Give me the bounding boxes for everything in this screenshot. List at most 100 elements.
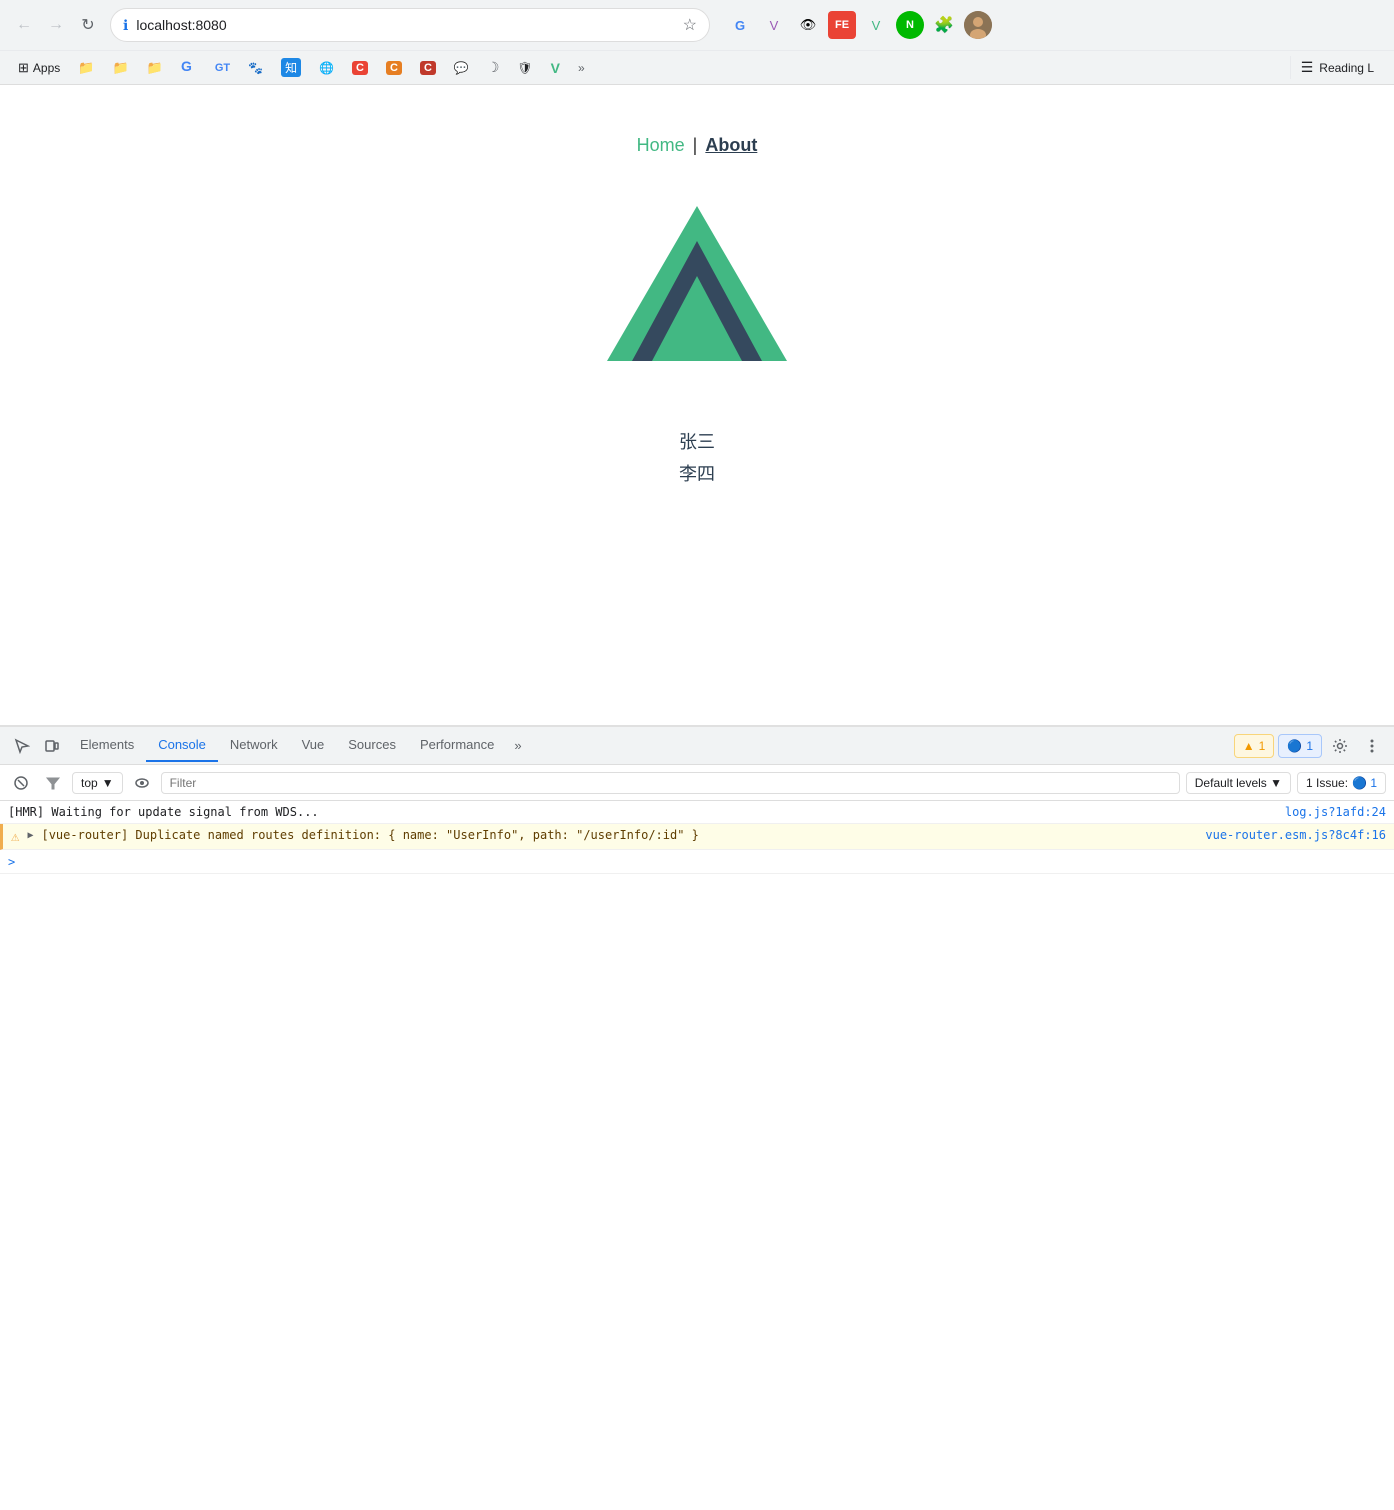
eye-button[interactable] [129, 770, 155, 796]
more-tabs-button[interactable]: » [506, 730, 529, 761]
vue-logo [597, 196, 797, 396]
devtools-tabs: Elements Console Network Vue Sources Per… [68, 729, 530, 762]
folder2-icon: 📁 [112, 60, 128, 76]
extension-fe-icon[interactable]: FE [828, 11, 856, 39]
extensions-icon[interactable]: 🧩 [930, 11, 958, 39]
extension-n-icon[interactable]: N [896, 11, 924, 39]
filter-input[interactable] [161, 772, 1180, 794]
apps-label: Apps [33, 61, 60, 75]
settings-button[interactable] [1326, 732, 1354, 760]
inspect-element-button[interactable] [8, 732, 36, 760]
bookmark-vue[interactable]: V [543, 57, 568, 79]
home-link[interactable]: Home [637, 135, 685, 156]
globe-icon: 🌐 [319, 61, 334, 75]
tab-performance[interactable]: Performance [408, 729, 506, 762]
google-g-icon: G [181, 58, 197, 77]
bookmark-chat[interactable]: 💬 [446, 58, 477, 78]
bookmark-c1[interactable]: C [344, 58, 376, 78]
paw-icon: 🐾 [248, 61, 263, 75]
issue-count: 🔵 1 [1352, 776, 1377, 790]
more-bookmarks-button[interactable]: » [572, 58, 591, 78]
back-button[interactable]: ← [10, 11, 38, 39]
default-levels-label: Default levels ▼ [1195, 776, 1282, 790]
bookmarks-bar: ⊞ Apps 📁 📁 📁 G GT 🐾 知 🌐 [0, 50, 1394, 84]
device-toggle-button[interactable] [38, 732, 66, 760]
reading-list-button[interactable]: ☰ Reading L [1290, 56, 1384, 79]
prompt-icon: > [8, 855, 15, 869]
address-bar[interactable]: ℹ localhost:8080 ☆ [110, 8, 710, 42]
browser-chrome: ← → ↻ ℹ localhost:8080 ☆ G V 👁 FE V N 🧩 [0, 0, 1394, 85]
extension-v-icon[interactable]: V [760, 11, 788, 39]
bookmark-folder2[interactable]: 📁 [104, 57, 136, 79]
bookmark-folder3[interactable]: 📁 [139, 57, 171, 79]
title-bar: ← → ↻ ℹ localhost:8080 ☆ G V 👁 FE V N 🧩 [0, 0, 1394, 50]
bookmark-crescent[interactable]: ☽ [479, 56, 508, 79]
context-dropdown-icon: ▼ [102, 776, 114, 790]
warning-count: 1 [1259, 739, 1266, 753]
translate-icon: GT [215, 62, 230, 74]
info-badge[interactable]: 🔵 1 [1278, 734, 1322, 758]
more-options-button[interactable] [1358, 732, 1386, 760]
context-selector[interactable]: top ▼ [72, 772, 123, 794]
expand-icon[interactable]: ▶ [27, 830, 33, 841]
nav-separator: | [693, 135, 698, 156]
zh-icon: 知 [281, 58, 301, 77]
vue-router-message: [vue-router] Duplicate named routes defi… [41, 828, 1197, 842]
user-names: 张三 李四 [679, 426, 715, 491]
bookmark-apps[interactable]: ⊞ Apps [10, 57, 68, 79]
bookmark-star-icon[interactable]: ☆ [683, 15, 697, 35]
issue-label: 1 Issue: [1306, 776, 1348, 790]
user-name-2: 李四 [679, 458, 715, 490]
bookmark-translate[interactable]: GT [207, 59, 238, 77]
tab-network[interactable]: Network [218, 729, 290, 762]
clear-console-button[interactable] [8, 770, 34, 796]
nav-buttons: ← → ↻ [10, 11, 102, 39]
top-label: top [81, 776, 98, 790]
vue-bookmark-icon: V [551, 60, 560, 76]
profile-avatar[interactable] [964, 11, 992, 39]
warning-triangle-icon: ⚠ [11, 829, 19, 845]
warnings-badge[interactable]: ▲ 1 [1234, 734, 1275, 758]
bookmark-paw[interactable]: 🐾 [240, 58, 271, 78]
bookmark-shield[interactable]: 🛡 [509, 58, 540, 78]
svg-text:G: G [181, 58, 192, 74]
tab-console[interactable]: Console [146, 729, 218, 762]
folder3-icon: 📁 [147, 60, 163, 76]
hmr-source-link[interactable]: log.js?1afd:24 [1285, 805, 1386, 819]
bookmark-c2[interactable]: C [378, 58, 410, 78]
security-icon: ℹ [123, 17, 128, 34]
extension-g-icon[interactable]: G [726, 11, 754, 39]
refresh-button[interactable]: ↻ [74, 11, 102, 39]
filter-toggle-button[interactable] [40, 770, 66, 796]
log-levels-selector[interactable]: Default levels ▼ [1186, 772, 1291, 794]
issues-badge[interactable]: 1 Issue: 🔵 1 [1297, 772, 1386, 794]
c3-icon: C [420, 61, 436, 75]
info-icon: 🔵 [1287, 739, 1302, 753]
extension-flickr-icon[interactable]: 👁 [794, 11, 822, 39]
user-name-1: 张三 [679, 426, 715, 458]
chat-icon: 💬 [454, 61, 469, 75]
tab-sources[interactable]: Sources [336, 729, 408, 762]
bookmark-c3[interactable]: C [412, 58, 444, 78]
bookmark-zh[interactable]: 知 [273, 55, 309, 80]
tab-vue[interactable]: Vue [290, 729, 337, 762]
extension-vue2-icon[interactable]: V [862, 11, 890, 39]
crescent-icon: ☽ [487, 59, 500, 76]
browser-toolbar-icons: G V 👁 FE V N 🧩 [726, 11, 992, 39]
devtools-toolbar: Elements Console Network Vue Sources Per… [0, 727, 1394, 765]
devtools-panel: Elements Console Network Vue Sources Per… [0, 725, 1394, 1125]
bookmark-folder1[interactable]: 📁 [70, 57, 102, 79]
console-output: [HMR] Waiting for update signal from WDS… [0, 801, 1394, 1125]
tab-elements[interactable]: Elements [68, 729, 146, 762]
bookmark-globe[interactable]: 🌐 [311, 58, 342, 78]
folder1-icon: 📁 [78, 60, 94, 76]
hmr-message: [HMR] Waiting for update signal from WDS… [8, 805, 1277, 819]
bookmark-google[interactable]: G [173, 55, 205, 80]
vue-router-source-link[interactable]: vue-router.esm.js?8c4f:16 [1205, 828, 1386, 842]
forward-button[interactable]: → [42, 11, 70, 39]
reading-list-icon: ☰ [1301, 59, 1314, 76]
about-link[interactable]: About [705, 135, 757, 156]
info-count: 1 [1306, 739, 1313, 753]
console-prompt-line: > [0, 850, 1394, 874]
warning-icon: ▲ [1243, 739, 1255, 753]
